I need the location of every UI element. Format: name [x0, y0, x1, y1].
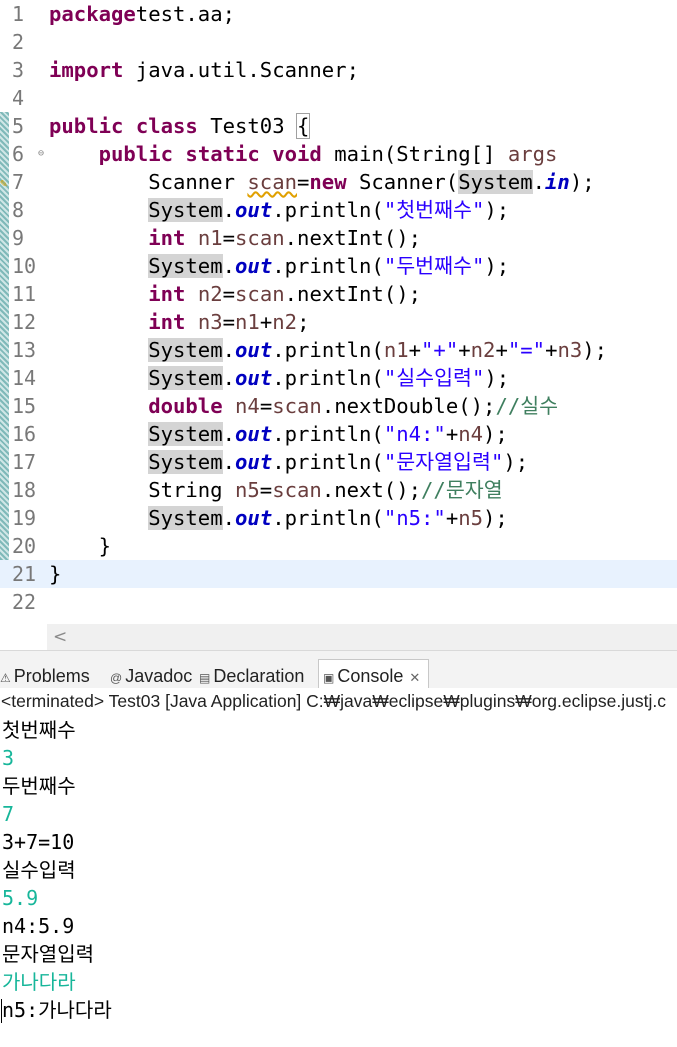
tab-problems[interactable]: ⚠ Problems — [0, 663, 90, 689]
fold-toggle-icon[interactable]: ⊖ — [38, 148, 44, 160]
code-line[interactable]: 2 — [0, 28, 677, 56]
code-text: int n2=scan.nextInt(); — [148, 282, 422, 306]
code-line[interactable]: 4 — [0, 84, 677, 112]
code-text: int n3=n1+n2; — [148, 310, 310, 334]
editor-scroll-gap — [0, 624, 47, 650]
line-number: 10 — [12, 254, 37, 278]
code-line[interactable]: 3 import java.util.Scanner; — [0, 56, 677, 84]
code-line[interactable]: 22 — [0, 588, 677, 616]
code-text: public static void main(String[] args — [98, 142, 558, 166]
code-line[interactable]: 10 System.out.println("두번째수"); — [0, 252, 677, 280]
code-text: packagetest.aa; — [49, 2, 235, 26]
console-process-header: <terminated> Test03 [Java Application] C… — [0, 688, 677, 717]
code-line[interactable]: 7 Scanner scan=new Scanner(System.in); — [0, 168, 677, 196]
code-text: System.out.println("실수입력"); — [148, 366, 510, 390]
scroll-left-arrow-icon[interactable]: < — [53, 626, 67, 648]
tab-console[interactable]: ▣ Console ✕ — [318, 659, 430, 690]
code-line[interactable]: 14 System.out.println("실수입력"); — [0, 364, 677, 392]
console-process-label: <terminated> Test03 [Java Application] C… — [1, 691, 666, 711]
line-number: 16 — [12, 422, 37, 446]
console-input-line: 3 — [2, 746, 15, 770]
line-number: 13 — [12, 338, 37, 362]
code-line[interactable]: 9 int n1=scan.nextInt(); — [0, 224, 677, 252]
code-text: } — [49, 562, 62, 586]
line-number: 15 — [12, 394, 37, 418]
line-number: 11 — [12, 282, 37, 306]
code-text: System.out.println("n5:"+n5); — [148, 506, 508, 530]
console-output-line: 문자열입력 — [2, 942, 94, 966]
line-number: 12 — [12, 310, 37, 334]
tab-label: Declaration — [213, 666, 305, 686]
line-number: 21 — [12, 562, 37, 586]
code-line[interactable]: 20 } — [0, 532, 677, 560]
line-number: 18 — [12, 478, 37, 502]
console-output-line: n4:5.9 — [2, 914, 75, 938]
code-line[interactable]: 8 System.out.println("첫번째수"); — [0, 196, 677, 224]
code-line[interactable]: 16 System.out.println("n4:"+n4); — [0, 420, 677, 448]
code-text: public class Test03 { — [49, 113, 311, 139]
code-line[interactable]: 1 packagetest.aa; — [0, 0, 677, 28]
code-text: import java.util.Scanner; — [49, 58, 359, 82]
code-text: int n1=scan.nextInt(); — [148, 226, 422, 250]
tab-label: Javadoc — [125, 666, 193, 686]
tab-javadoc[interactable]: @ Javadoc — [110, 663, 192, 689]
editor-horizontal-scrollbar[interactable]: < — [47, 624, 677, 650]
code-line[interactable]: 12 int n3=n1+n2; — [0, 308, 677, 336]
line-number: 3 — [12, 58, 25, 82]
code-text: System.out.println("문자열입력"); — [148, 450, 529, 474]
code-text: System.out.println("첫번째수"); — [148, 198, 510, 222]
line-number: 2 — [12, 30, 25, 54]
line-number: 20 — [12, 534, 37, 558]
console-output[interactable]: 첫번째수 3 두번째수 7 3+7=10 실수입력 5.9 n4:5.9 문자열입력가나다라 n5… — [0, 716, 677, 1047]
line-number: 22 — [12, 590, 37, 614]
code-line[interactable]: 13 System.out.println(n1+"+"+n2+"="+n3); — [0, 336, 677, 364]
code-text: System.out.println(n1+"+"+n2+"="+n3); — [148, 338, 608, 362]
line-number: 17 — [12, 450, 37, 474]
console-output-line: n5:가나다라 — [2, 998, 112, 1022]
close-icon[interactable]: ✕ — [409, 670, 420, 685]
code-editor[interactable]: ✎ 1 packagetest.aa; 2 3 import java.util.Sca… — [0, 0, 677, 624]
tab-declaration[interactable]: ▤ Declaration — [199, 663, 304, 689]
console-input-line: 5.9 — [2, 886, 39, 910]
line-number: 4 — [12, 86, 25, 110]
code-text: Scanner scan=new Scanner(System.in); — [49, 170, 595, 194]
code-line[interactable]: 19 System.out.println("n5:"+n5); — [0, 504, 677, 532]
code-text: System.out.println("두번째수"); — [148, 254, 510, 278]
code-text: double n4=scan.nextDouble();//실수 — [148, 394, 559, 418]
line-number: 1 — [12, 2, 25, 26]
code-line[interactable]: 6 ⊖ public static void main(String[] args — [0, 140, 677, 168]
code-line[interactable]: 17 System.out.println("문자열입력"); — [0, 448, 677, 476]
text-caret — [1, 999, 2, 1023]
view-tab-bar: ⚠ Problems @ Javadoc ▤ Declaration ▣ Console ✕ — [0, 650, 677, 690]
console-output-line: 첫번째수 — [2, 718, 76, 742]
code-line[interactable]: 5 public class Test03 { — [0, 112, 677, 140]
line-number: 7 — [12, 170, 25, 194]
code-text: String n5=scan.next();//문자열 — [49, 478, 503, 502]
console-output-line: 3+7=10 — [2, 830, 75, 854]
line-number: 6 — [12, 142, 25, 166]
tab-label: Console — [337, 666, 404, 686]
line-number: 5 — [12, 114, 25, 138]
code-text: System.out.println("n4:"+n4); — [148, 422, 508, 446]
console-output-line: 실수입력 — [2, 858, 76, 882]
line-number: 14 — [12, 366, 37, 390]
console-input-line: 가나다라 — [2, 970, 76, 994]
console-output-line: 두번째수 — [2, 774, 76, 798]
line-number: 19 — [12, 506, 37, 530]
code-line[interactable]: 11 int n2=scan.nextInt(); — [0, 280, 677, 308]
tab-label: Problems — [13, 666, 90, 686]
line-number: 8 — [12, 198, 25, 222]
line-number: 9 — [12, 226, 25, 250]
code-line[interactable]: 18 String n5=scan.next();//문자열 — [0, 476, 677, 504]
code-line[interactable]: 15 double n4=scan.nextDouble();//실수 — [0, 392, 677, 420]
console-input-line: 7 — [2, 802, 15, 826]
code-text: } — [49, 534, 111, 558]
code-line[interactable]: 21} — [0, 560, 677, 588]
